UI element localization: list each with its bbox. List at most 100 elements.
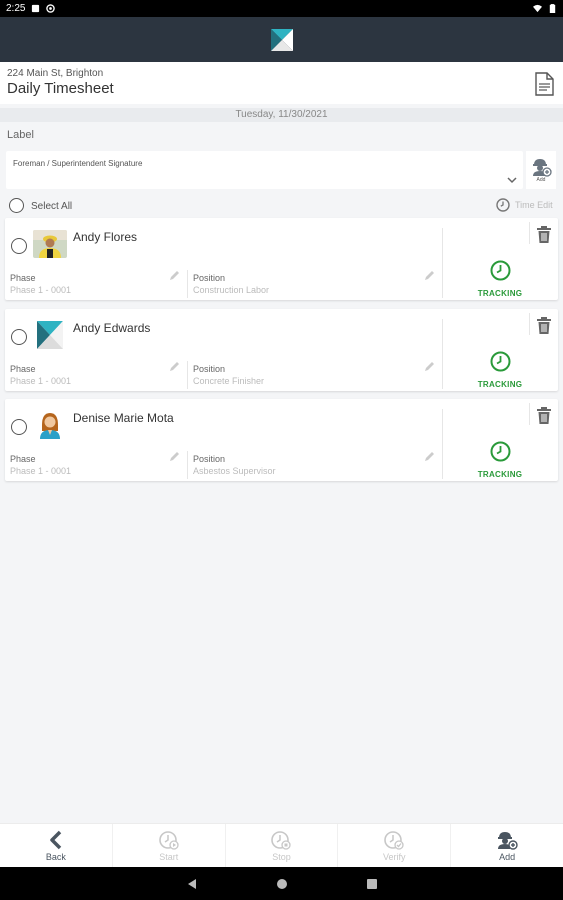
add-worker-icon xyxy=(498,831,518,850)
avatar xyxy=(33,321,67,349)
employee-select-radio[interactable] xyxy=(11,238,27,254)
divider xyxy=(187,451,188,479)
position-field[interactable]: Position Concrete Finisher xyxy=(193,364,438,388)
date-bar: Tuesday, 11/30/2021 xyxy=(0,108,563,122)
tracking-status[interactable]: TRACKING xyxy=(470,260,530,298)
pencil-icon[interactable] xyxy=(424,361,435,372)
back-label: Back xyxy=(45,851,66,862)
system-recents-icon[interactable] xyxy=(366,878,378,890)
phase-field[interactable]: Phase Phase 1 - 0001 xyxy=(10,273,180,297)
pencil-icon[interactable] xyxy=(169,361,180,372)
system-nav-bar xyxy=(0,867,563,900)
time-edit-label[interactable]: Time Edit xyxy=(515,200,553,210)
start-label: Start xyxy=(159,851,179,862)
add-signature-button[interactable]: Add xyxy=(526,151,556,189)
divider xyxy=(529,222,530,244)
select-all-radio[interactable] xyxy=(9,198,24,213)
phase-field[interactable]: Phase Phase 1 - 0001 xyxy=(10,364,180,388)
employee-name: Andy Edwards xyxy=(73,321,151,335)
position-value: Asbestos Supervisor xyxy=(193,466,276,476)
verify-label: Verify xyxy=(383,851,406,862)
tracking-label: TRACKING xyxy=(477,289,523,298)
add-person-icon xyxy=(533,159,552,177)
section-label: Label xyxy=(7,129,34,141)
select-all-row: Select All Time Edit xyxy=(0,196,563,216)
position-value: Concrete Finisher xyxy=(193,376,265,386)
divider xyxy=(442,409,443,479)
system-home-icon[interactable] xyxy=(276,878,288,890)
add-signature-label: Add xyxy=(536,177,546,183)
wifi-icon xyxy=(533,4,542,13)
divider xyxy=(187,361,188,389)
document-icon[interactable] xyxy=(533,72,555,96)
tracking-status[interactable]: TRACKING xyxy=(470,441,530,479)
tracking-label: TRACKING xyxy=(477,470,523,479)
employee-card[interactable]: Denise Marie Mota Phase Phase 1 - 0001 P… xyxy=(5,399,558,481)
app-bar xyxy=(0,17,563,62)
page-header: 224 Main St, Brighton Daily Timesheet xyxy=(0,62,563,104)
pencil-icon[interactable] xyxy=(169,270,180,281)
signature-label: Foreman / Superintendent Signature xyxy=(13,159,143,168)
clock-icon[interactable] xyxy=(496,198,510,212)
pencil-icon[interactable] xyxy=(424,451,435,462)
position-field[interactable]: Position Construction Labor xyxy=(193,273,438,297)
avatar xyxy=(33,411,67,439)
signature-dropdown[interactable]: Foreman / Superintendent Signature xyxy=(6,151,523,189)
trash-icon[interactable] xyxy=(536,407,552,425)
stop-label: Stop xyxy=(272,851,291,862)
pencil-icon[interactable] xyxy=(169,451,180,462)
status-bar: 2:25 xyxy=(0,0,563,17)
divider xyxy=(442,228,443,298)
tracking-clock-icon xyxy=(490,351,510,372)
system-back-icon[interactable] xyxy=(186,878,198,890)
position-label: Position xyxy=(193,454,226,464)
add-button[interactable]: Add xyxy=(451,824,563,867)
position-label: Position xyxy=(193,273,226,283)
back-arrow-icon xyxy=(50,830,62,849)
page-title: Daily Timesheet xyxy=(7,80,114,97)
start-button[interactable]: Start xyxy=(113,824,226,867)
divider xyxy=(529,313,530,335)
stop-button[interactable]: Stop xyxy=(226,824,339,867)
sync-icon xyxy=(46,4,56,13)
divider xyxy=(529,403,530,425)
battery-icon xyxy=(549,4,556,13)
phase-field[interactable]: Phase Phase 1 - 0001 xyxy=(10,454,180,478)
avatar xyxy=(33,230,67,258)
bottom-nav: Back Start Stop Verify Add xyxy=(0,823,563,867)
clock-start-icon xyxy=(158,830,179,850)
status-time: 2:25 xyxy=(6,3,26,14)
employee-card[interactable]: Andy Edwards Phase Phase 1 - 0001 Positi… xyxy=(5,309,558,391)
select-all-label[interactable]: Select All xyxy=(31,201,72,212)
verify-button[interactable]: Verify xyxy=(338,824,452,867)
divider xyxy=(442,319,443,389)
employee-select-radio[interactable] xyxy=(11,419,27,435)
tracking-clock-icon xyxy=(490,260,510,281)
app-logo-icon xyxy=(270,28,293,51)
pencil-icon[interactable] xyxy=(424,270,435,281)
employee-name: Andy Flores xyxy=(73,230,138,244)
position-value: Construction Labor xyxy=(193,285,270,295)
position-field[interactable]: Position Asbestos Supervisor xyxy=(193,454,438,478)
phase-label: Phase xyxy=(10,273,36,283)
phase-value: Phase 1 - 0001 xyxy=(10,285,72,295)
back-button[interactable]: Back xyxy=(0,824,113,867)
chevron-down-icon xyxy=(507,177,517,184)
job-address: 224 Main St, Brighton xyxy=(7,68,104,79)
phase-label: Phase xyxy=(10,364,36,374)
clock-verify-icon xyxy=(384,830,404,850)
trash-icon[interactable] xyxy=(536,226,552,244)
phase-label: Phase xyxy=(10,454,36,464)
employee-name: Denise Marie Mota xyxy=(73,411,174,425)
trash-icon[interactable] xyxy=(536,317,552,335)
add-label: Add xyxy=(499,851,516,862)
sd-card-icon xyxy=(32,4,40,13)
phase-value: Phase 1 - 0001 xyxy=(10,376,72,386)
tracking-status[interactable]: TRACKING xyxy=(470,351,530,389)
employee-select-radio[interactable] xyxy=(11,329,27,345)
tracking-clock-icon xyxy=(490,441,510,462)
position-label: Position xyxy=(193,364,226,374)
clock-stop-icon xyxy=(271,830,292,850)
employee-card[interactable]: Andy Flores Phase Phase 1 - 0001 Positio… xyxy=(5,218,558,300)
tracking-label: TRACKING xyxy=(477,380,523,389)
